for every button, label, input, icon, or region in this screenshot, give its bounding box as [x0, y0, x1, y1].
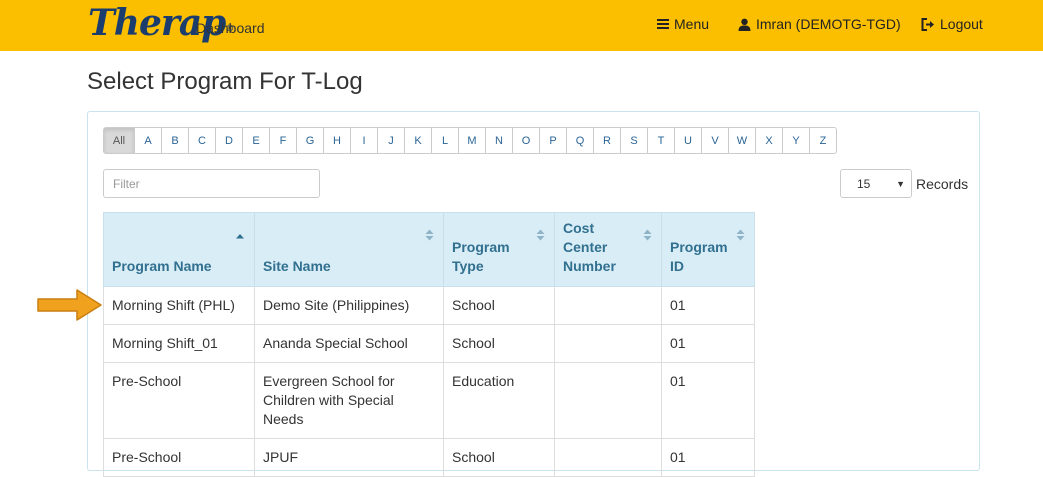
alpha-filter-d[interactable]: D: [215, 127, 243, 154]
cell-site-name: Ananda Special School: [254, 324, 444, 363]
alpha-filter-o[interactable]: O: [512, 127, 540, 154]
alpha-filter-m[interactable]: M: [458, 127, 486, 154]
alpha-filter-l[interactable]: L: [431, 127, 459, 154]
hamburger-icon: [657, 18, 669, 30]
program-list-panel: AllABCDEFGHIJKLMNOPQRSTUVWXYZ 15 ▼ Recor…: [87, 111, 980, 477]
alpha-filter-e[interactable]: E: [242, 127, 270, 154]
dashboard-link[interactable]: Dashboard: [196, 20, 265, 36]
sort-icon: [643, 227, 652, 246]
cell-cost-center: [554, 362, 662, 439]
alpha-filter-all[interactable]: All: [103, 127, 135, 154]
alpha-filter-x[interactable]: X: [755, 127, 783, 154]
table-row[interactable]: Pre-School Evergreen School for Children…: [103, 362, 755, 439]
cell-program-name[interactable]: Morning Shift (PHL): [103, 286, 255, 325]
alpha-filter-k[interactable]: K: [404, 127, 432, 154]
program-table: Program Name Site Name Program Type Cost…: [103, 212, 755, 477]
pointer-arrow-icon: [37, 288, 103, 327]
alpha-filter-f[interactable]: F: [269, 127, 297, 154]
cell-program-id: 01: [661, 286, 755, 325]
page-title: Select Program For T-Log: [87, 68, 363, 95]
alpha-filter-p[interactable]: P: [539, 127, 567, 154]
menu-label: Menu: [674, 16, 710, 32]
cell-site-name: Demo Site (Philippines): [254, 286, 444, 325]
menu-button[interactable]: Menu: [657, 16, 709, 32]
logout-button[interactable]: Logout: [921, 16, 983, 32]
user-name: Imran (DEMOTG-TGD): [756, 16, 901, 32]
alpha-filter-b[interactable]: B: [161, 127, 189, 154]
cell-program-id: 01: [661, 362, 755, 439]
col-header-program-id[interactable]: Program ID: [661, 212, 755, 287]
top-navbar: Therap® Dashboard Menu Imran (DEMOTG-TGD…: [0, 0, 1043, 51]
records-per-page-select[interactable]: 15 ▼: [840, 169, 912, 198]
alpha-filter-n[interactable]: N: [485, 127, 513, 154]
alpha-filter-j[interactable]: J: [377, 127, 405, 154]
records-selected-value: 15: [857, 176, 871, 191]
cell-program-name[interactable]: Pre-School: [103, 362, 255, 439]
cell-program-type: School: [443, 286, 555, 325]
col-header-cost-center-number[interactable]: Cost Center Number: [554, 212, 662, 287]
filter-input[interactable]: [103, 169, 320, 198]
col-header-site-name[interactable]: Site Name: [254, 212, 444, 287]
col-header-program-type[interactable]: Program Type: [443, 212, 555, 287]
caret-down-icon: ▼: [896, 179, 905, 189]
table-row[interactable]: Pre-School JPUF School 01: [103, 438, 755, 477]
cell-program-id: 01: [661, 324, 755, 363]
sort-icon: [536, 227, 545, 246]
cell-cost-center: [554, 286, 662, 325]
records-label: Records: [916, 176, 969, 192]
alpha-filter-i[interactable]: I: [350, 127, 378, 154]
table-row[interactable]: Morning Shift_01 Ananda Special School S…: [103, 324, 755, 363]
sort-asc-icon: [235, 225, 245, 244]
alpha-filter-v[interactable]: V: [701, 127, 729, 154]
logout-icon: [921, 17, 935, 31]
alpha-filter-s[interactable]: S: [620, 127, 648, 154]
alpha-filter-w[interactable]: W: [728, 127, 756, 154]
alpha-filter-c[interactable]: C: [188, 127, 216, 154]
cell-site-name: JPUF: [254, 438, 444, 477]
cell-program-name[interactable]: Morning Shift_01: [103, 324, 255, 363]
alpha-filter-q[interactable]: Q: [566, 127, 594, 154]
alpha-filter-a[interactable]: A: [134, 127, 162, 154]
alpha-filter-g[interactable]: G: [296, 127, 324, 154]
alpha-filter-r[interactable]: R: [593, 127, 621, 154]
alpha-filter-y[interactable]: Y: [782, 127, 810, 154]
alpha-filter-u[interactable]: U: [674, 127, 702, 154]
cell-cost-center: [554, 324, 662, 363]
cell-program-type: School: [443, 324, 555, 363]
alpha-filter-z[interactable]: Z: [809, 127, 837, 154]
alpha-filter-t[interactable]: T: [647, 127, 675, 154]
cell-site-name: Evergreen School for Children with Speci…: [254, 362, 444, 439]
alphabet-filter: All A B C D E F G H I J K L M N O P Q R S T U V W X Y Z: [103, 127, 837, 154]
cell-program-name[interactable]: Pre-School: [103, 438, 255, 477]
cell-program-id: 01: [661, 438, 755, 477]
col-header-program-name[interactable]: Program Name: [103, 212, 255, 287]
logout-label: Logout: [940, 16, 983, 32]
cell-program-type: Education: [443, 362, 555, 439]
alpha-filter-h[interactable]: H: [323, 127, 351, 154]
user-icon: [738, 18, 751, 31]
sort-icon: [425, 227, 434, 246]
sort-icon: [736, 227, 745, 246]
cell-program-type: School: [443, 438, 555, 477]
table-row[interactable]: Morning Shift (PHL) Demo Site (Philippin…: [103, 286, 755, 325]
user-profile-link[interactable]: Imran (DEMOTG-TGD): [738, 16, 901, 32]
cell-cost-center: [554, 438, 662, 477]
